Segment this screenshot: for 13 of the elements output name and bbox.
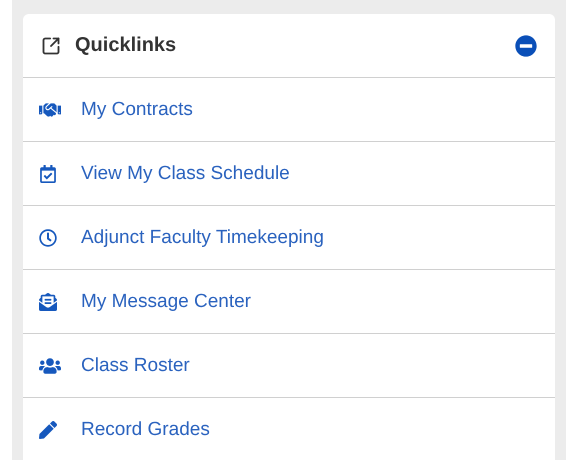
panel-title: Quicklinks [75, 34, 178, 57]
envelope-icon [39, 292, 57, 310]
quicklink[interactable]: View My Class Schedule [23, 142, 555, 206]
pen-icon [39, 420, 57, 438]
quicklink[interactable]: My Contracts [23, 78, 555, 142]
quicklink[interactable]: My Message Center [23, 270, 555, 334]
calendar-icon [39, 164, 57, 182]
clock-icon [39, 228, 57, 246]
quicklink[interactable]: Record Grades [23, 398, 555, 460]
collapse-button[interactable] [515, 34, 537, 56]
quicklink[interactable]: Class Roster [23, 334, 555, 398]
quicklink[interactable]: Adjunct Faculty Timekeeping [23, 206, 555, 270]
external-link-icon [41, 36, 61, 56]
